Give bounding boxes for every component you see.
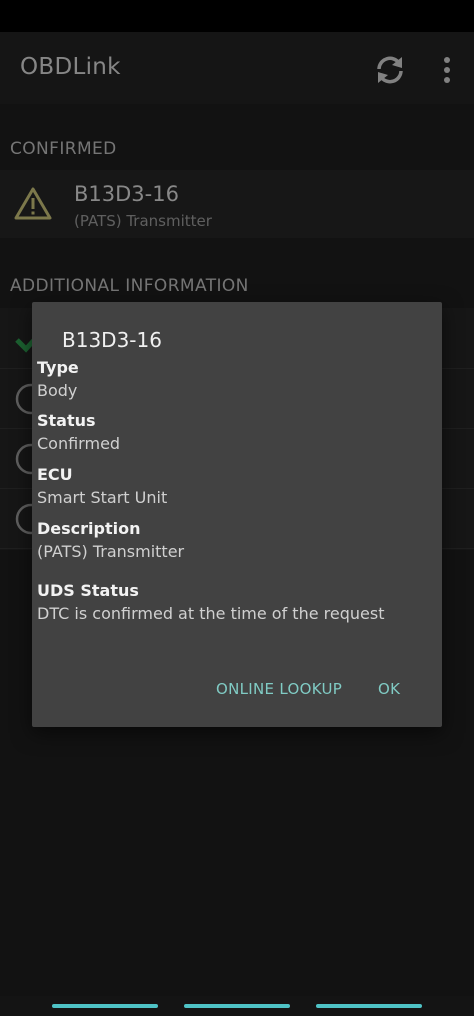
field-label-ecu: ECU [37,465,73,484]
field-value-type: Body [37,381,78,400]
field-label-type: Type [37,358,79,377]
navigation-bar [0,996,474,1016]
field-value-ecu: Smart Start Unit [37,488,168,507]
field-value-uds-status: DTC is confirmed at the time of the requ… [37,604,385,623]
field-value-description: (PATS) Transmitter [37,542,185,561]
dialog-title: B13D3-16 [62,328,162,352]
status-bar [0,0,474,32]
nav-back-button[interactable] [52,1004,158,1008]
ok-button[interactable]: OK [378,680,400,698]
field-label-uds-status: UDS Status [37,581,139,600]
online-lookup-button[interactable]: ONLINE LOOKUP [216,680,342,698]
field-label-description: Description [37,519,141,538]
field-label-status: Status [37,411,96,430]
nav-home-button[interactable] [184,1004,290,1008]
nav-recents-button[interactable] [316,1004,422,1008]
field-value-status: Confirmed [37,434,121,453]
dtc-detail-dialog: B13D3-16 Type Body Status Confirmed ECU … [32,302,442,727]
